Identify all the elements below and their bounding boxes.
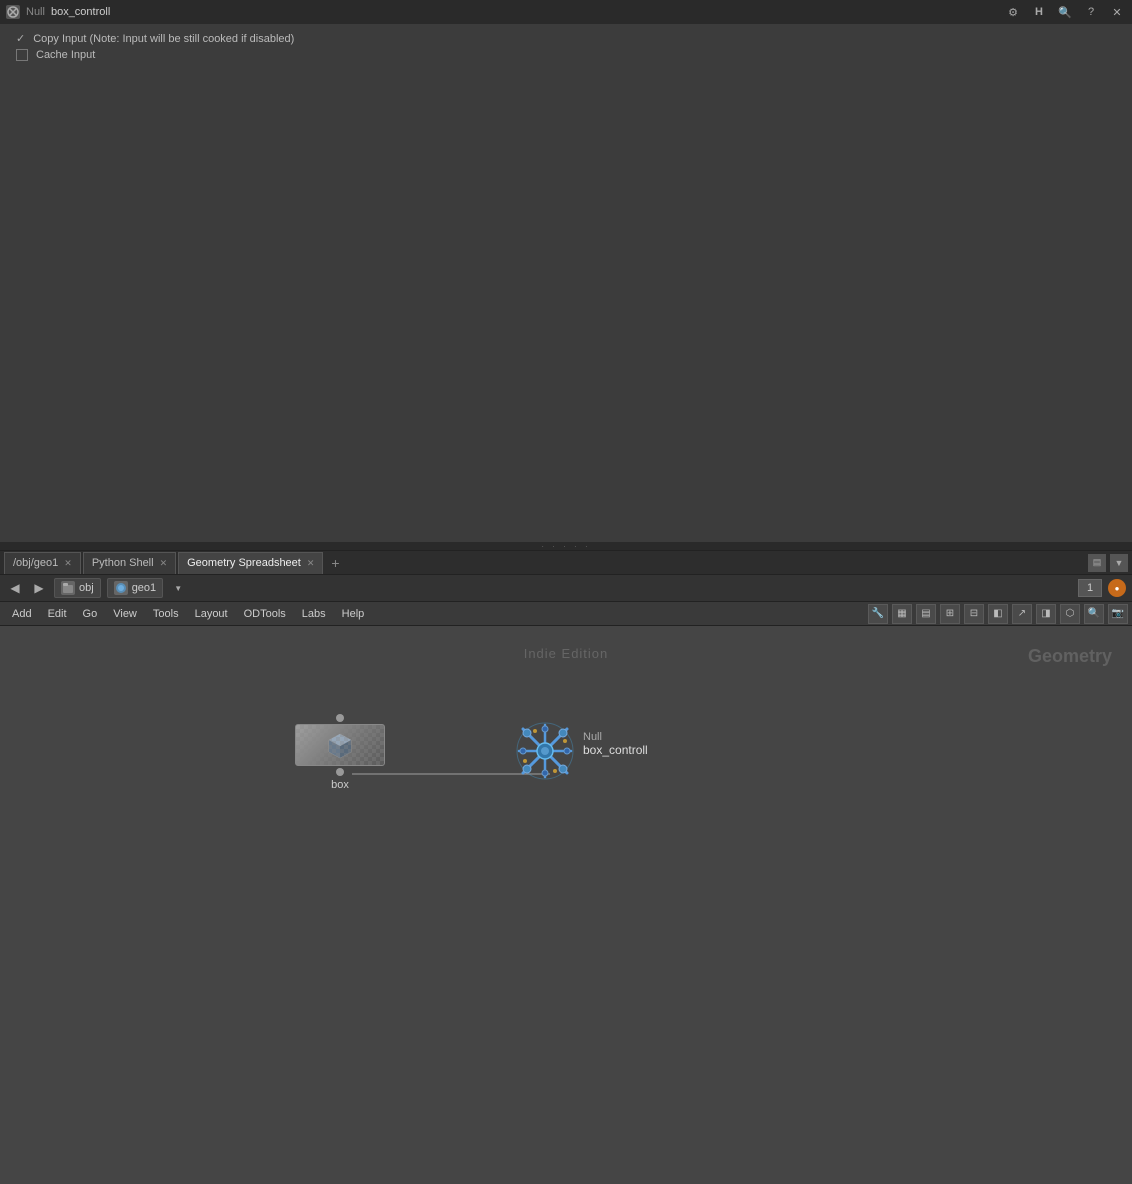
box-label: box — [331, 779, 349, 791]
toolbar-cube[interactable]: ⬡ — [1060, 604, 1080, 624]
watermark-type: Geometry — [1028, 646, 1112, 667]
copy-input-label: Copy Input (Note: Input will be still co… — [33, 33, 294, 45]
path-circle-button[interactable]: ● — [1108, 579, 1126, 597]
obj-icon — [61, 581, 75, 595]
path-obj-label: obj — [79, 582, 94, 594]
resize-handle[interactable]: · · · · · — [0, 542, 1132, 550]
watermark-edition: Indie Edition — [524, 646, 609, 661]
connection-svg — [0, 626, 1132, 1184]
menu-tools[interactable]: Tools — [145, 602, 187, 626]
node-box[interactable]: box — [295, 714, 385, 791]
toolbar-table2[interactable]: ▤ — [916, 604, 936, 624]
title-bar-left: Null box_controll — [6, 5, 110, 19]
null-icon-container — [515, 721, 575, 781]
tab-add-button[interactable]: + — [325, 553, 345, 573]
toolbar-grid2[interactable]: ⊟ — [964, 604, 984, 624]
box-connector-bottom — [336, 768, 344, 776]
menu-labs[interactable]: Labs — [294, 602, 334, 626]
menu-toolbar: 🔧 ▦ ▤ ⊞ ⊟ ◧ ↗ ◨ ⬡ 🔍 📷 — [868, 604, 1128, 624]
path-number: 1 — [1078, 579, 1102, 597]
node-null[interactable]: Null box_controll — [515, 721, 648, 781]
node-name-label: box_controll — [51, 6, 110, 18]
copy-input-check[interactable]: ✓ — [16, 32, 25, 45]
menu-bar: Add Edit Go View Tools Layout ODTools La… — [0, 602, 1132, 626]
tab-bar-right: ▤ ▼ — [1088, 554, 1128, 572]
toolbar-search[interactable]: 🔍 — [1084, 604, 1104, 624]
title-bar-right: ⚙ H 🔍 ? ✕ — [1004, 3, 1126, 21]
network-view[interactable]: Indie Edition Geometry box — [0, 626, 1132, 1184]
toolbar-snap1[interactable]: ◧ — [988, 604, 1008, 624]
tab-obj-geo1-label: /obj/geo1 — [13, 557, 58, 569]
gear-icon[interactable]: ⚙ — [1004, 3, 1022, 21]
path-bar: ◀ ▶ obj geo1 ▼ 1 ● — [0, 574, 1132, 602]
path-geo1-label: geo1 — [132, 582, 156, 594]
toolbar-camera[interactable]: 📷 — [1108, 604, 1128, 624]
cache-input-check[interactable] — [16, 49, 28, 61]
tab-geometry-spreadsheet-label: Geometry Spreadsheet — [187, 557, 301, 569]
box-connector-top — [336, 714, 344, 722]
null-name-label: box_controll — [583, 743, 648, 757]
null-label-container: Null box_controll — [583, 721, 648, 757]
menu-edit[interactable]: Edit — [40, 602, 75, 626]
close-icon[interactable]: ✕ — [1108, 3, 1126, 21]
resize-dots: · · · · · — [541, 542, 590, 551]
menu-layout[interactable]: Layout — [187, 602, 236, 626]
copy-input-row: ✓ Copy Input (Note: Input will be still … — [16, 32, 1116, 45]
toolbar-arrow[interactable]: ↗ — [1012, 604, 1032, 624]
tab-layout-button[interactable]: ▤ — [1088, 554, 1106, 572]
box-body[interactable] — [295, 724, 385, 766]
path-dropdown-button[interactable]: ▼ — [169, 579, 187, 597]
path-bar-right: 1 ● — [1078, 579, 1126, 597]
path-item-geo1[interactable]: geo1 — [107, 578, 163, 598]
cache-input-row: Cache Input — [16, 49, 1116, 61]
menu-help[interactable]: Help — [334, 602, 373, 626]
tab-geometry-spreadsheet-close[interactable]: ✕ — [307, 558, 315, 569]
path-item-obj[interactable]: obj — [54, 578, 101, 598]
toolbar-grid1[interactable]: ⊞ — [940, 604, 960, 624]
tab-obj-geo1-close[interactable]: ✕ — [64, 558, 72, 569]
menu-view[interactable]: View — [105, 602, 145, 626]
parameters-panel: ✓ Copy Input (Note: Input will be still … — [0, 24, 1132, 542]
h-icon[interactable]: H — [1030, 3, 1048, 21]
search-icon[interactable]: 🔍 — [1056, 3, 1074, 21]
menu-odtools[interactable]: ODTools — [236, 602, 294, 626]
tab-bar: /obj/geo1 ✕ Python Shell ✕ Geometry Spre… — [0, 550, 1132, 574]
tab-obj-geo1[interactable]: /obj/geo1 ✕ — [4, 552, 81, 574]
menu-add[interactable]: Add — [4, 602, 40, 626]
tab-python-shell[interactable]: Python Shell ✕ — [83, 552, 176, 574]
tab-python-shell-close[interactable]: ✕ — [160, 558, 168, 569]
tab-geometry-spreadsheet[interactable]: Geometry Spreadsheet ✕ — [178, 552, 323, 574]
cache-input-label: Cache Input — [36, 49, 95, 61]
menu-go[interactable]: Go — [75, 602, 106, 626]
node-type-label: Null — [26, 6, 45, 18]
toolbar-wrench[interactable]: 🔧 — [868, 604, 888, 624]
null-node-svg — [515, 721, 575, 781]
title-bar: Null box_controll ⚙ H 🔍 ? ✕ — [0, 0, 1132, 24]
box-checkerboard — [296, 725, 384, 765]
null-type-label: Null — [583, 731, 648, 743]
tab-dropdown-button[interactable]: ▼ — [1110, 554, 1128, 572]
geo1-icon — [114, 581, 128, 595]
null-node-icon — [6, 5, 20, 19]
toolbar-table1[interactable]: ▦ — [892, 604, 912, 624]
back-button[interactable]: ◀ — [6, 579, 24, 597]
toolbar-snap2[interactable]: ◨ — [1036, 604, 1056, 624]
tab-python-shell-label: Python Shell — [92, 557, 154, 569]
forward-button[interactable]: ▶ — [30, 579, 48, 597]
help-icon[interactable]: ? — [1082, 3, 1100, 21]
